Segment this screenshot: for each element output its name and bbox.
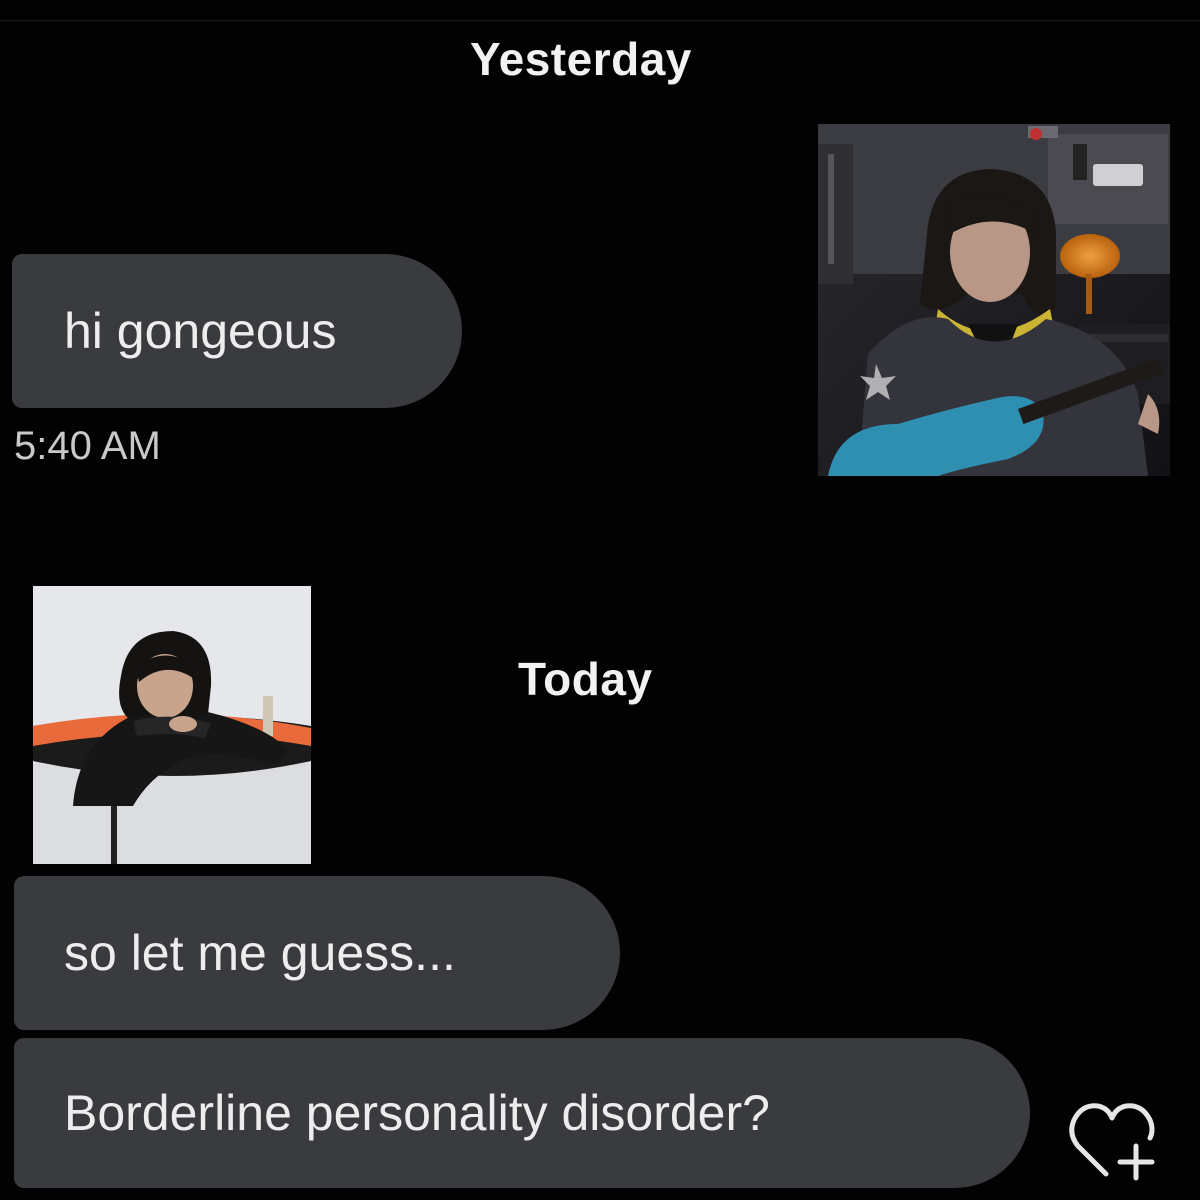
photo-trampoline-image bbox=[33, 586, 311, 864]
message-bubble-incoming[interactable]: Borderline personality disorder? bbox=[14, 1038, 1030, 1188]
date-separator-yesterday: Yesterday bbox=[470, 33, 692, 85]
message-bubble-incoming[interactable]: so let me guess... bbox=[14, 876, 620, 1030]
message-text: hi gongeous bbox=[64, 303, 337, 359]
photo-guitar-player[interactable] bbox=[818, 124, 1170, 476]
message-bubble-incoming[interactable]: hi gongeous bbox=[12, 254, 462, 408]
date-separator-today: Today bbox=[518, 653, 653, 705]
message-timestamp: 5:40 AM bbox=[14, 424, 161, 468]
chat-screen: Yesterday hi gongeous 5:40 AM Today so l… bbox=[0, 0, 1200, 1200]
header-divider bbox=[0, 20, 1200, 21]
photo-guitar-image bbox=[818, 124, 1170, 476]
message-text: Borderline personality disorder? bbox=[64, 1085, 770, 1141]
heart-plus-icon[interactable] bbox=[1066, 1096, 1162, 1182]
photo-trampoline-person[interactable] bbox=[33, 586, 311, 864]
message-text: so let me guess... bbox=[64, 925, 456, 981]
